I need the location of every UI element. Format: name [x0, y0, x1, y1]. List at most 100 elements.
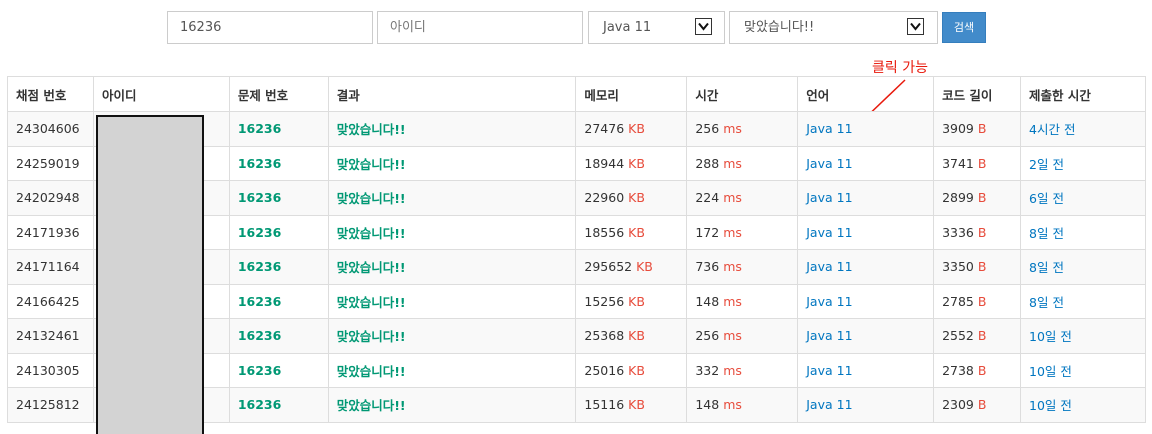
submitted-time-link[interactable]: 10일 전 [1029, 329, 1072, 344]
code-length-unit: B [977, 362, 987, 378]
header-time: 시간 [686, 76, 799, 112]
language-link[interactable]: Java 11 [806, 328, 852, 343]
submission-id: 24166425 [7, 283, 94, 319]
memory-value: 25368 [584, 328, 625, 344]
time-cell: 288 ms [686, 145, 799, 181]
problem-link[interactable]: 16236 [238, 294, 282, 309]
language-link[interactable]: Java 11 [806, 363, 852, 378]
problem-id-input[interactable] [168, 12, 372, 43]
time-cell: 172 ms [686, 214, 799, 250]
code-length-cell: 2785 B [933, 283, 1022, 319]
submitted-time-link[interactable]: 8일 전 [1029, 260, 1064, 275]
memory-value: 22960 [584, 190, 625, 206]
user-id-input[interactable] [378, 12, 582, 43]
code-length-unit: B [977, 259, 987, 275]
time-unit: ms [723, 259, 742, 275]
time-value: 148 [695, 397, 720, 413]
memory-unit: KB [628, 190, 645, 206]
table-header-row: 채점 번호 아이디 문제 번호 결과 메모리 시간 언어 코드 길이 제출한 시… [7, 76, 1146, 112]
code-length-cell: 2309 B [933, 387, 1022, 423]
problem-link[interactable]: 16236 [238, 121, 282, 136]
submission-id: 24202948 [7, 180, 94, 216]
submitted-time-link[interactable]: 6일 전 [1029, 191, 1064, 206]
memory-cell: 18944 KB [575, 145, 688, 181]
time-value: 172 [695, 224, 720, 240]
memory-unit: KB [628, 121, 645, 137]
memory-value: 18944 [584, 155, 625, 171]
header-code-length: 코드 길이 [933, 76, 1022, 112]
memory-cell: 22960 KB [575, 180, 688, 216]
memory-cell: 25368 KB [575, 318, 688, 354]
submitted-time-link[interactable]: 4시간 전 [1029, 122, 1075, 137]
memory-value: 15116 [584, 397, 625, 413]
result-text: 맞았습니다!! [336, 191, 406, 207]
user-id-field[interactable] [377, 11, 583, 44]
time-cell: 332 ms [686, 352, 799, 388]
time-unit: ms [723, 190, 742, 206]
code-length-value: 3741 [942, 155, 974, 171]
submission-id: 24171164 [7, 249, 94, 285]
problem-link[interactable]: 16236 [238, 259, 282, 274]
submitted-time-link[interactable]: 10일 전 [1029, 364, 1072, 379]
submitted-time-link[interactable]: 10일 전 [1029, 398, 1072, 413]
result-text: 맞았습니다!! [336, 363, 406, 379]
header-result: 결과 [327, 76, 577, 112]
chevron-down-icon[interactable] [907, 18, 924, 35]
code-length-unit: B [977, 224, 987, 240]
submission-id: 24130305 [7, 352, 94, 388]
problem-link[interactable]: 16236 [238, 225, 282, 240]
result-text: 맞았습니다!! [336, 294, 406, 310]
problem-link[interactable]: 16236 [238, 190, 282, 205]
result-text: 맞았습니다!! [336, 398, 406, 414]
submitted-time-link[interactable]: 2일 전 [1029, 157, 1064, 172]
time-cell: 148 ms [686, 283, 799, 319]
result-select-value: 맞았습니다!! [744, 20, 815, 35]
code-length-value: 3350 [942, 259, 974, 275]
language-link[interactable]: Java 11 [806, 121, 852, 136]
header-submitted-at: 제출한 시간 [1020, 76, 1146, 112]
code-length-value: 3909 [942, 121, 974, 137]
time-cell: 148 ms [686, 387, 799, 423]
code-length-cell: 3741 B [933, 145, 1022, 181]
code-length-cell: 2899 B [933, 180, 1022, 216]
problem-id-field[interactable] [167, 11, 373, 44]
code-length-value: 2899 [942, 190, 974, 206]
problem-link[interactable]: 16236 [238, 397, 282, 412]
code-length-unit: B [977, 328, 987, 344]
code-length-unit: B [977, 190, 987, 206]
time-cell: 256 ms [686, 318, 799, 354]
submitted-time-link[interactable]: 8일 전 [1029, 226, 1064, 241]
language-link[interactable]: Java 11 [806, 190, 852, 205]
language-link[interactable]: Java 11 [806, 225, 852, 240]
time-unit: ms [723, 293, 742, 309]
submission-id: 24304606 [7, 111, 94, 147]
code-length-cell: 3350 B [933, 249, 1022, 285]
chevron-down-icon[interactable] [695, 18, 712, 35]
language-link[interactable]: Java 11 [806, 294, 852, 309]
memory-value: 295652 [584, 259, 633, 275]
result-text: 맞았습니다!! [336, 260, 406, 276]
language-link[interactable]: Java 11 [806, 259, 852, 274]
memory-unit: KB [628, 224, 645, 240]
annotation-label: 클릭 가능 [872, 60, 928, 76]
language-select[interactable]: Java 11 [588, 11, 725, 44]
language-link[interactable]: Java 11 [806, 156, 852, 171]
result-text: 맞았습니다!! [336, 329, 406, 345]
submitted-time-link[interactable]: 8일 전 [1029, 295, 1064, 310]
time-unit: ms [723, 397, 742, 413]
memory-unit: KB [628, 155, 645, 171]
code-length-unit: B [977, 397, 987, 413]
problem-link[interactable]: 16236 [238, 363, 282, 378]
time-value: 736 [695, 259, 720, 275]
submission-id: 24171936 [7, 214, 94, 250]
code-length-cell: 3336 B [933, 214, 1022, 250]
time-value: 224 [695, 190, 720, 206]
time-cell: 736 ms [686, 249, 799, 285]
search-button[interactable]: 검색 [942, 12, 986, 43]
problem-link[interactable]: 16236 [238, 156, 282, 171]
result-select[interactable]: 맞았습니다!! [729, 11, 938, 44]
language-link[interactable]: Java 11 [806, 397, 852, 412]
problem-link[interactable]: 16236 [238, 328, 282, 343]
code-length-value: 2738 [942, 362, 974, 378]
time-unit: ms [723, 362, 742, 378]
